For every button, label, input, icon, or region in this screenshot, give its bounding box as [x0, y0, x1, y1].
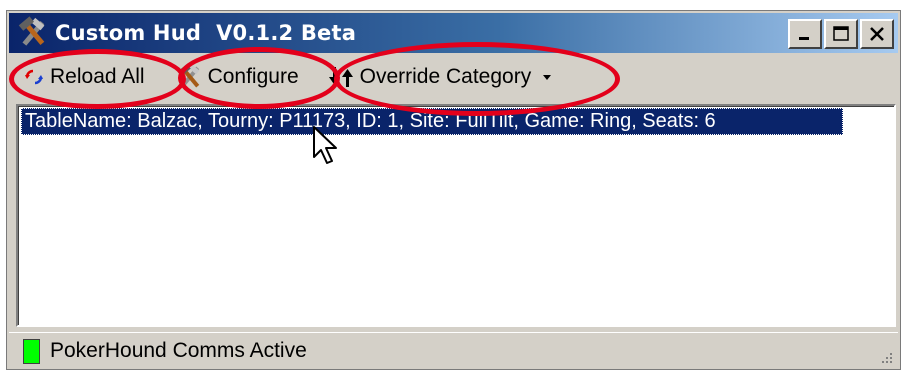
reload-all-button[interactable]: Reload All	[23, 57, 145, 97]
mouse-cursor-icon	[313, 126, 337, 164]
refresh-arrows-icon	[25, 69, 43, 85]
close-button[interactable]	[860, 19, 894, 49]
configure-label: Configure	[207, 65, 299, 88]
override-category-dropdown[interactable]: Override Category	[328, 57, 558, 97]
tools-icon	[18, 16, 45, 46]
app-window: Custom Hud V0.1.2 Beta Reload All Config…	[6, 10, 901, 370]
reload-all-label: Reload All	[50, 65, 145, 88]
title-bar[interactable]: Custom Hud V0.1.2 Beta	[9, 13, 898, 53]
list-item[interactable]: TableName: Balzac, Tourny: P11173, ID: 1…	[21, 108, 843, 135]
table-list[interactable]: TableName: Balzac, Tourny: P11173, ID: 1…	[16, 104, 896, 327]
maximize-button[interactable]	[824, 19, 858, 49]
override-category-label: Override Category	[359, 65, 532, 88]
resize-grip-icon[interactable]	[876, 349, 894, 365]
toolbar: Reload All Configure Override Category	[9, 55, 898, 99]
close-icon	[870, 27, 884, 41]
status-indicator-light	[23, 338, 40, 364]
maximize-icon	[833, 26, 849, 41]
window-controls	[788, 19, 894, 49]
status-text: PokerHound Comms Active	[50, 339, 307, 362]
sort-arrows-icon	[328, 67, 353, 87]
tools-icon	[178, 64, 199, 88]
minimize-icon	[799, 37, 809, 40]
minimize-button[interactable]	[788, 19, 822, 49]
status-bar: PokerHound Comms Active	[9, 332, 898, 369]
window-title: Custom Hud V0.1.2 Beta	[55, 21, 357, 45]
configure-button[interactable]: Configure	[177, 57, 299, 97]
chevron-down-icon	[543, 75, 552, 80]
